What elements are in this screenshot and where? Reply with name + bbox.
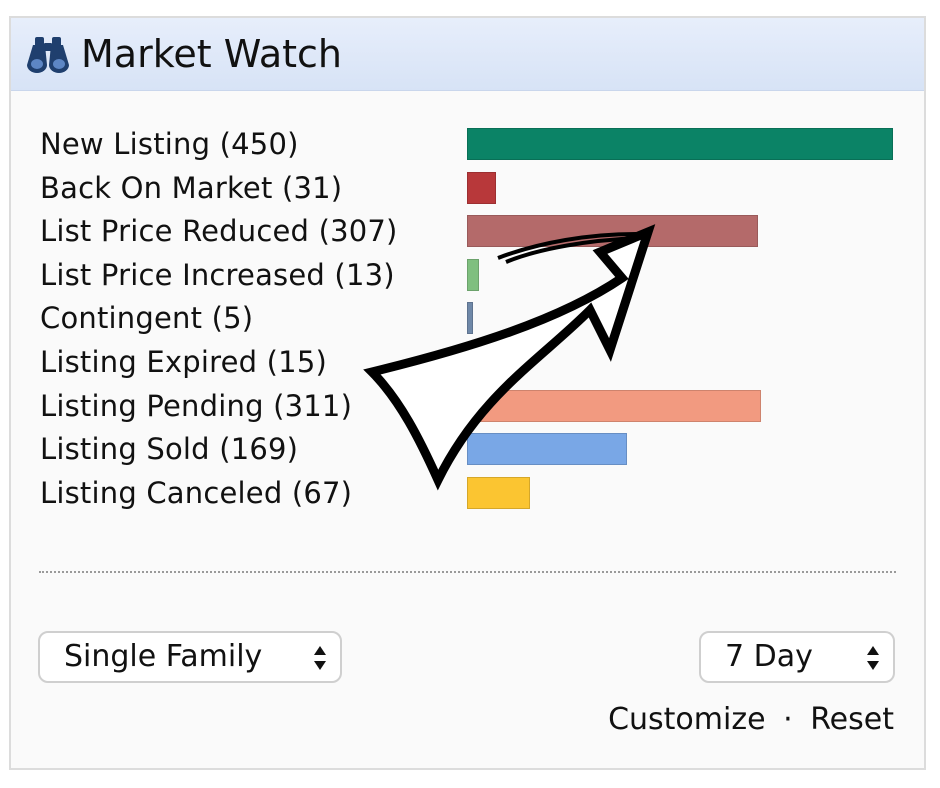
listing-bar	[467, 258, 480, 291]
listing-bar	[467, 433, 627, 466]
widget-header: Market Watch	[11, 18, 924, 91]
listing-label: Back On Market (31)	[40, 170, 343, 205]
listing-bar	[467, 389, 762, 422]
listing-label: Listing Sold (169)	[40, 432, 299, 467]
binoculars-icon	[27, 37, 69, 73]
select-arrows-icon	[314, 646, 326, 670]
property-type-select[interactable]: Single Family	[38, 631, 342, 683]
listing-row[interactable]: List Price Increased (13)	[11, 253, 924, 297]
listing-row[interactable]: Listing Expired (15)	[11, 340, 924, 384]
listing-row[interactable]: New Listing (450)	[11, 122, 924, 166]
time-range-select[interactable]: 7 Day	[699, 631, 895, 683]
listing-bar	[467, 171, 497, 204]
listing-row[interactable]: Back On Market (31)	[11, 166, 924, 210]
footer-links: Customize · Reset	[608, 700, 894, 740]
listing-label: Listing Canceled (67)	[40, 475, 353, 510]
listing-row[interactable]: Contingent (5)	[11, 296, 924, 340]
reset-link[interactable]: Reset	[810, 702, 894, 737]
listing-row[interactable]: Listing Pending (311)	[11, 384, 924, 428]
listing-label: List Price Reduced (307)	[40, 214, 398, 249]
listing-label: Contingent (5)	[40, 301, 254, 336]
listing-label: Listing Expired (15)	[40, 345, 327, 379]
time-range-value: 7 Day	[725, 639, 813, 674]
widget-title: Market Watch	[81, 32, 343, 76]
listing-label: New Listing (450)	[40, 127, 299, 161]
listing-bar	[467, 215, 758, 248]
listing-row[interactable]: Listing Sold (169)	[11, 427, 924, 471]
listing-label: List Price Increased (13)	[40, 257, 395, 292]
select-arrows-icon	[867, 646, 879, 670]
listing-row[interactable]: List Price Reduced (307)	[11, 209, 924, 253]
listing-bar	[467, 476, 531, 509]
property-type-value: Single Family	[64, 639, 263, 674]
divider	[39, 571, 896, 573]
customize-link[interactable]: Customize	[608, 702, 765, 737]
link-separator: ·	[783, 702, 793, 737]
listing-bar	[467, 346, 482, 378]
listing-bar	[467, 302, 473, 335]
market-watch-widget: Market Watch New Listing (450) Back On Ma…	[9, 16, 926, 770]
listing-row[interactable]: Listing Canceled (67)	[11, 471, 924, 515]
listing-label: Listing Pending (311)	[40, 388, 353, 423]
listing-bar	[467, 128, 893, 160]
